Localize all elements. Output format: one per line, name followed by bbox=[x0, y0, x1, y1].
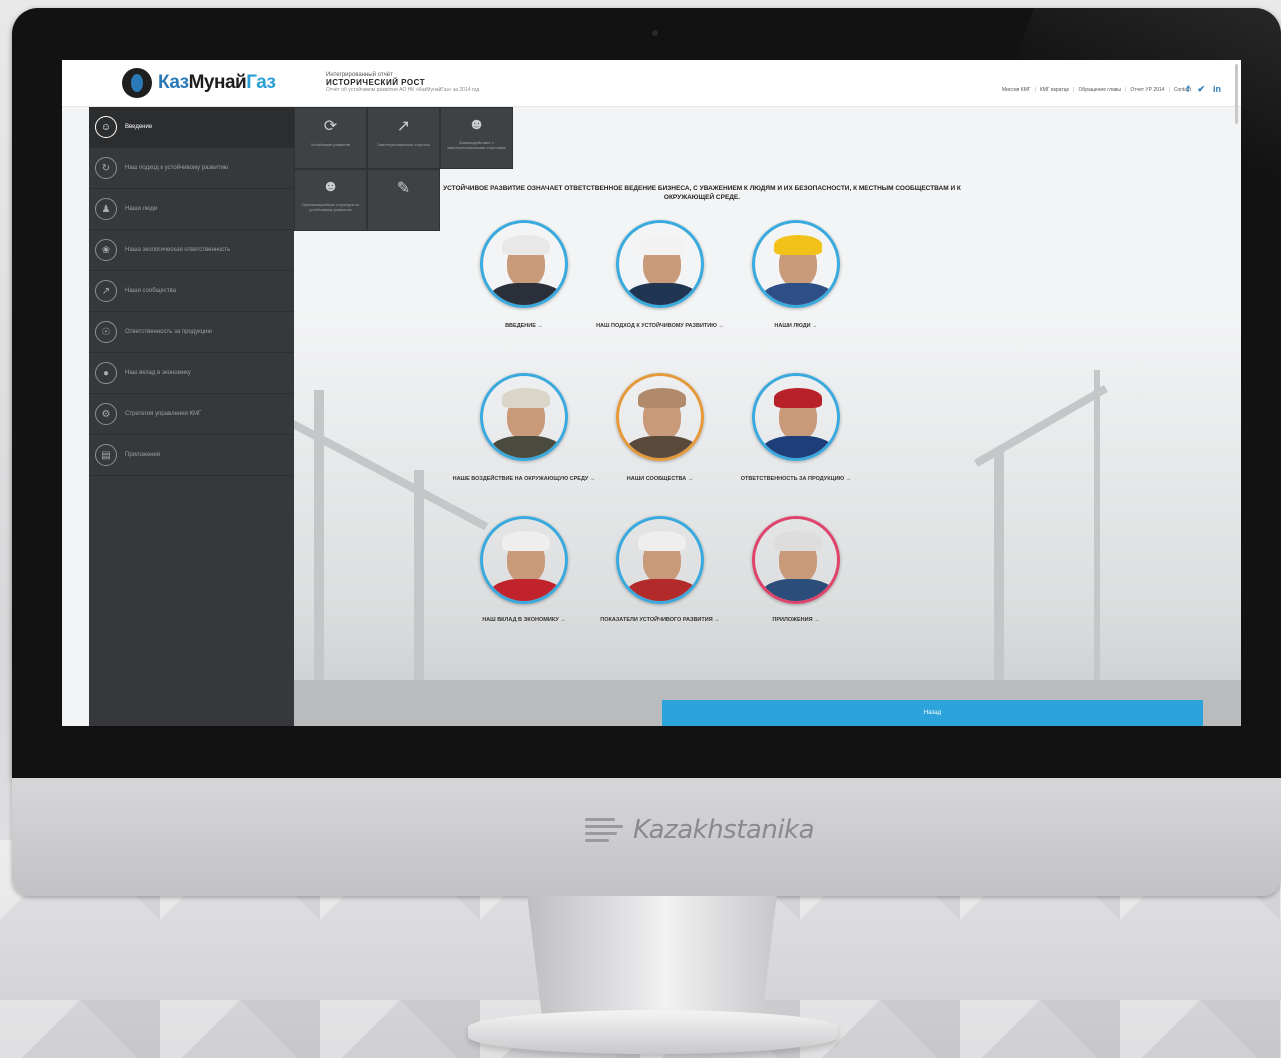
sidebar-item-label: Наш подход к устойчивому развитию bbox=[125, 165, 229, 171]
sidebar-item-appendix[interactable]: ▤ Приложения bbox=[89, 435, 294, 476]
person-avatar[interactable] bbox=[616, 516, 704, 604]
person-link-label[interactable]: ОТВЕТСТВЕННОСТЬ ЗА ПРОДУКЦИЮ → bbox=[711, 475, 881, 483]
person-avatar[interactable] bbox=[480, 516, 568, 604]
social-links: f ✔ in bbox=[1186, 84, 1221, 95]
top-navigation: Миссия КМГ | КМГ вкратце | Обращение главы… bbox=[1001, 87, 1191, 93]
coin-icon: ● bbox=[95, 362, 117, 384]
topnav-link[interactable]: Отчет УР 2014 bbox=[1130, 87, 1164, 93]
brand-name: Kazakhstanika bbox=[633, 815, 815, 845]
submenu-tile[interactable]: ✎ bbox=[367, 169, 440, 231]
submenu-tile[interactable]: ↗ Заинтересованные стороны bbox=[367, 107, 440, 169]
logo-text: КазМунайГаз bbox=[158, 72, 276, 93]
camera-dot bbox=[652, 30, 658, 36]
person-link-label[interactable]: НАШИ ЛЮДИ → bbox=[711, 322, 881, 330]
submenu-tile[interactable]: ⟳ Устойчивое развитие bbox=[294, 107, 367, 169]
cycle-icon: ⟳ bbox=[323, 118, 338, 135]
sidebar-menu: ☺ Введение ↻ Наш подход к устойчивому ра… bbox=[89, 107, 294, 726]
sidebar-item-label: Наша экологическая ответственность bbox=[125, 247, 231, 253]
topnav-link[interactable]: Миссия КМГ bbox=[1002, 87, 1031, 93]
facebook-icon[interactable]: f bbox=[1186, 84, 1189, 95]
sidebar-item-label: Наши сообщества bbox=[125, 288, 177, 294]
submenu-tile-label: Организационная структура по устойчивому… bbox=[301, 202, 360, 212]
person-avatar[interactable] bbox=[480, 220, 568, 308]
sidebar-item-approach[interactable]: ↻ Наш подход к устойчивому развитию bbox=[89, 148, 294, 189]
submenu-tile-label: Взаимодействие с заинтересованными сторо… bbox=[447, 140, 506, 150]
leaf-icon: ❀ bbox=[95, 239, 117, 261]
gear-icon: ⚙ bbox=[95, 403, 117, 425]
topnav-link[interactable]: Обращение главы bbox=[1078, 87, 1121, 93]
user-icon: ☺ bbox=[95, 116, 117, 138]
document-icon: ▤ bbox=[95, 444, 117, 466]
report-title-sub: Отчёт об устойчивом развитии АО НК «КазМ… bbox=[326, 87, 480, 93]
report-title-main: ИСТОРИЧЕСКИЙ РОСТ bbox=[326, 78, 426, 87]
sidebar-item-label: Ответственность за продукцию bbox=[125, 329, 213, 335]
people-icon: ♟ bbox=[95, 198, 117, 220]
person-avatar[interactable] bbox=[752, 516, 840, 604]
sidebar-item-intro[interactable]: ☺ Введение bbox=[89, 107, 294, 148]
company-logo[interactable]: КазМунайГаз bbox=[122, 68, 276, 98]
page-headline: УСТОЙЧИВОЕ РАЗВИТИЕ ОЗНАЧАЕТ ОТВЕТСТВЕНН… bbox=[443, 185, 961, 201]
user-icon: ☻ bbox=[322, 178, 339, 195]
sidebar-item-label: Приложения bbox=[125, 452, 161, 458]
sidebar-item-ecology[interactable]: ❀ Наша экологическая ответственность bbox=[89, 230, 294, 271]
report-title: Интегрированный отчёт ИСТОРИЧЕСКИЙ РОСТ … bbox=[326, 72, 479, 93]
sidebar-item-product[interactable]: ☉ Ответственность за продукцию bbox=[89, 312, 294, 353]
person-link-label[interactable]: ПРИЛОЖЕНИЯ → bbox=[711, 616, 881, 624]
submenu-tile[interactable]: ☻ Организационная структура по устойчиво… bbox=[294, 169, 367, 231]
submenu-tile[interactable]: ☻ Взаимодействие с заинтересованными сто… bbox=[440, 107, 513, 169]
rays-icon bbox=[585, 812, 627, 848]
brand-logo: Kazakhstanika bbox=[585, 812, 815, 848]
person-avatar[interactable] bbox=[616, 220, 704, 308]
submenu-tile-label: Заинтересованные стороны bbox=[377, 142, 430, 147]
globe-icon: ☉ bbox=[95, 321, 117, 343]
twitter-icon[interactable]: ✔ bbox=[1197, 84, 1205, 95]
chart-icon: ↗ bbox=[95, 280, 117, 302]
sidebar-item-people[interactable]: ♟ Наши люди bbox=[89, 189, 294, 230]
refresh-icon: ↻ bbox=[95, 157, 117, 179]
screen: КазМунайГаз Интегрированный отчёт ИСТОРИ… bbox=[62, 60, 1241, 726]
sidebar-item-communities[interactable]: ↗ Наши сообщества bbox=[89, 271, 294, 312]
sidebar-item-economy[interactable]: ● Наш вклад в экономику bbox=[89, 353, 294, 394]
user-icon: ☻ bbox=[468, 116, 485, 133]
pencil-icon: ✎ bbox=[396, 180, 411, 197]
chart-icon: ↗ bbox=[396, 118, 411, 135]
sidebar-item-strategy[interactable]: ⚙ Стратегия управления КМГ bbox=[89, 394, 294, 435]
person-avatar[interactable] bbox=[752, 373, 840, 461]
page-header: КазМунайГаз Интегрированный отчёт ИСТОРИ… bbox=[62, 60, 1241, 124]
back-button[interactable]: Назад bbox=[662, 700, 1203, 726]
sidebar-item-label: Наш вклад в экономику bbox=[125, 370, 191, 376]
scrollbar[interactable] bbox=[1235, 64, 1238, 124]
sidebar-item-label: Наши люди bbox=[125, 206, 158, 212]
person-avatar[interactable] bbox=[480, 373, 568, 461]
monitor-base bbox=[468, 1010, 838, 1054]
sidebar-item-label: Введение bbox=[125, 124, 153, 130]
linkedin-icon[interactable]: in bbox=[1213, 84, 1221, 95]
person-avatar[interactable] bbox=[616, 373, 704, 461]
topnav-link[interactable]: КМГ вкратце bbox=[1040, 87, 1069, 93]
submenu-tile-label: Устойчивое развитие bbox=[310, 142, 351, 147]
sidebar-item-label: Стратегия управления КМГ bbox=[125, 411, 202, 417]
monitor-stand bbox=[527, 896, 777, 1024]
drop-logo-icon bbox=[122, 68, 152, 98]
person-avatar[interactable] bbox=[752, 220, 840, 308]
industrial-background bbox=[290, 310, 1241, 726]
